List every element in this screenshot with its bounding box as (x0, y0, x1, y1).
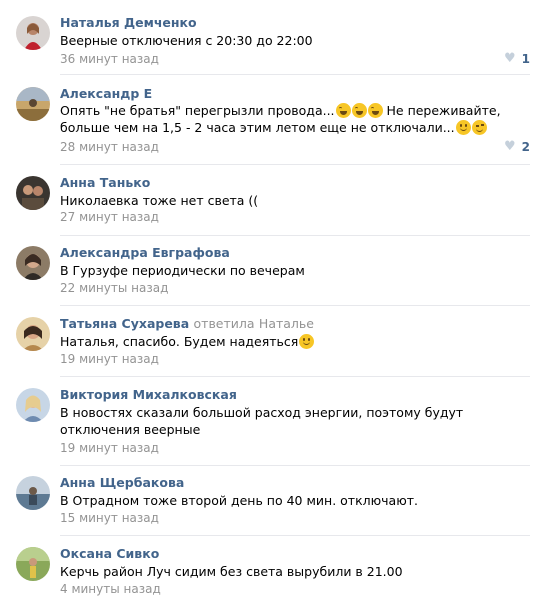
comment-time[interactable]: 28 минут назад (60, 140, 159, 154)
avatar[interactable] (16, 87, 50, 121)
comment-text: Керчь район Луч сидим без света вырубили… (60, 564, 403, 579)
avatar[interactable] (16, 388, 50, 422)
like-button[interactable]: ♥ 1 (504, 51, 530, 66)
avatar[interactable] (16, 547, 50, 581)
smiling-emoji-icon (455, 120, 471, 135)
avatar[interactable] (16, 16, 50, 50)
comment-time[interactable]: 36 минут назад (60, 52, 159, 66)
avatar[interactable] (16, 246, 50, 280)
comment-author[interactable]: Оксана Сивко (60, 546, 159, 561)
comment-text: Опять "не братья" перегрызли провода... … (60, 103, 501, 135)
comment-text: Николаевка тоже нет света (( (60, 193, 259, 208)
avatar[interactable] (16, 476, 50, 510)
divider (60, 376, 530, 377)
divider (60, 535, 530, 536)
reply-label: ответила (193, 316, 255, 331)
like-button[interactable]: ♥ 2 (504, 139, 530, 154)
comment-author[interactable]: Татьяна Сухарева ответила Наталье (60, 316, 314, 331)
comment-text: Веерные отключения с 20:30 до 22:00 (60, 33, 313, 48)
divider (60, 465, 530, 466)
comment-text: В Отрадном тоже второй день по 40 мин. о… (60, 493, 418, 508)
heart-icon: ♥ (503, 139, 516, 154)
divider (60, 164, 530, 165)
winking-emoji-icon (471, 120, 487, 135)
comment-author[interactable]: Наталья Демченко (60, 15, 197, 30)
comment-time[interactable]: 27 минут назад (60, 210, 159, 224)
heart-icon: ♥ (503, 51, 516, 66)
laughing-emoji-icon (335, 103, 351, 118)
comment-time[interactable]: 19 минут назад (60, 352, 159, 366)
divider (60, 74, 530, 75)
divider (60, 305, 530, 306)
smiling-emoji-icon (299, 334, 315, 349)
like-count: 1 (521, 51, 530, 66)
avatar[interactable] (16, 317, 50, 351)
avatar[interactable] (16, 176, 50, 210)
comment-time[interactable]: 22 минуты назад (60, 281, 168, 295)
comment-author[interactable]: Александр Е (60, 86, 152, 101)
comment-time[interactable]: 4 минуты назад (60, 582, 161, 596)
reply-target-link[interactable]: Наталье (259, 316, 314, 331)
comment-author[interactable]: Александра Евграфова (60, 245, 230, 260)
comment-text: Наталья, спасибо. Будем надеяться (60, 333, 530, 350)
comment-author[interactable]: Анна Танько (60, 175, 150, 190)
divider (60, 235, 530, 236)
comment-author[interactable]: Анна Щербакова (60, 475, 184, 490)
comment-author[interactable]: Виктория Михалковская (60, 387, 237, 402)
comment-text: В Гурзуфе периодически по вечерам (60, 263, 305, 278)
laughing-emoji-icon (367, 103, 383, 118)
like-count: 2 (521, 139, 530, 154)
laughing-emoji-icon (351, 103, 367, 118)
comment-text: В новостях сказали большой расход энерги… (60, 405, 464, 437)
comment-time[interactable]: 15 минут назад (60, 511, 159, 525)
comment-time[interactable]: 19 минут назад (60, 441, 159, 455)
